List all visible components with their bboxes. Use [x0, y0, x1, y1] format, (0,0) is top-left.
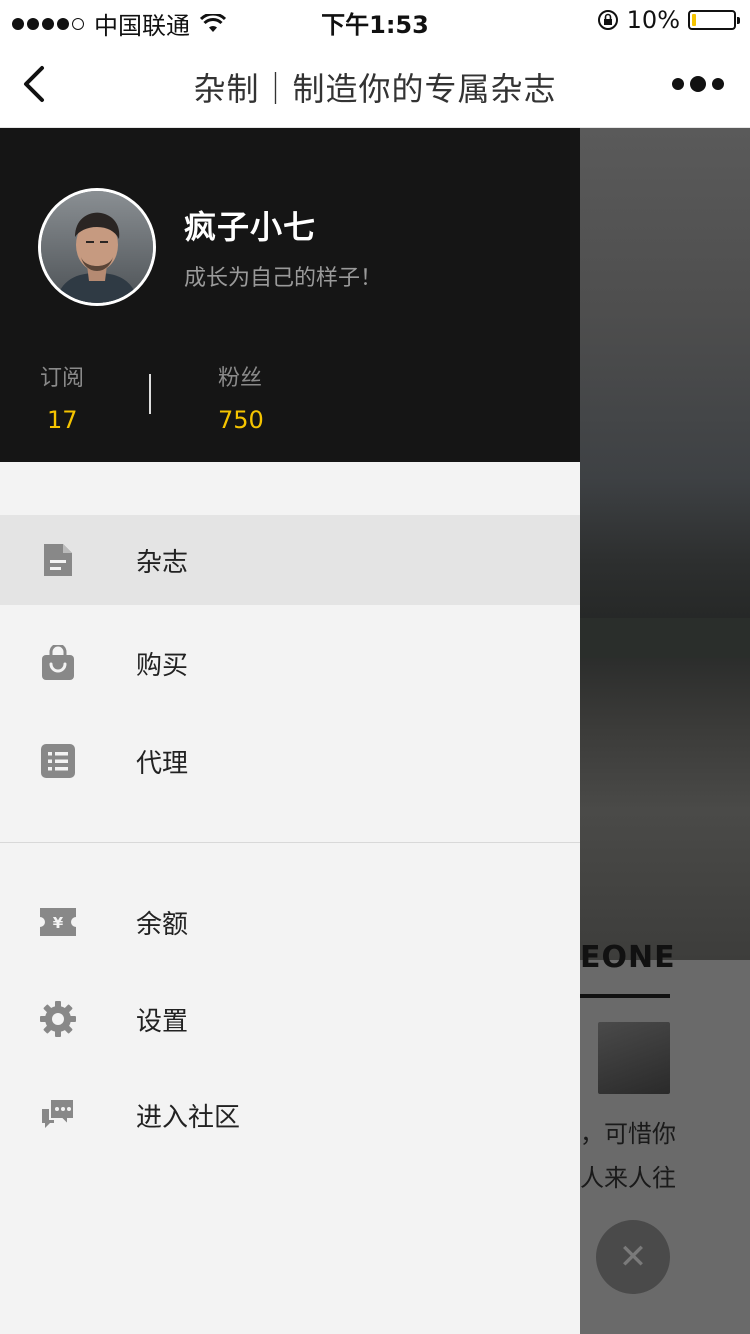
- author-thumbnail: [598, 1022, 670, 1094]
- background-photo-hill: [580, 618, 750, 658]
- yen-ticket-icon: ¥: [40, 908, 76, 936]
- username: 疯子小七: [184, 208, 317, 246]
- stat-value: 750: [218, 406, 264, 434]
- svg-text:¥: ¥: [53, 914, 64, 932]
- menu-item-buy[interactable]: 购买: [0, 618, 580, 708]
- gear-icon: [40, 1001, 76, 1037]
- menu-item-balance[interactable]: ¥ 余额: [0, 877, 580, 967]
- navigation-bar: 杂制｜制造你的专属杂志: [0, 40, 750, 128]
- avatar-photo: [41, 191, 153, 303]
- heading-underline: [580, 994, 670, 998]
- side-drawer: 疯子小七 成长为自己的样子！ 订阅 17 粉丝 750 杂志 购买 代理 ¥ 余…: [0, 128, 580, 1334]
- rotation-lock-icon: [597, 10, 618, 30]
- menu-item-magazine[interactable]: 杂志: [0, 515, 580, 605]
- menu-item-label: 进入社区: [136, 1102, 241, 1133]
- background-text-line: 人来人往: [580, 1164, 676, 1192]
- user-bio: 成长为自己的样子！: [184, 266, 383, 291]
- menu-item-label: 杂志: [136, 547, 189, 578]
- avatar[interactable]: [38, 188, 156, 306]
- battery-fill: [692, 14, 696, 26]
- menu-item-community[interactable]: 进入社区: [0, 1070, 580, 1160]
- stat-label: 订阅: [40, 366, 85, 391]
- stat-subscriptions[interactable]: 订阅 17: [40, 360, 84, 434]
- stat-followers[interactable]: 粉丝 750: [218, 360, 264, 434]
- status-right: 10%: [597, 6, 740, 34]
- chat-bubbles-icon: [42, 1098, 75, 1128]
- stat-label: 粉丝: [218, 366, 263, 391]
- battery-percent: 10%: [626, 6, 680, 34]
- background-page-overlay[interactable]: EONE ，可惜你 人来人往 ✕: [580, 128, 750, 1334]
- shopping-bag-icon: [42, 645, 74, 680]
- profile-header: 疯子小七 成长为自己的样子！ 订阅 17 粉丝 750: [0, 128, 580, 462]
- status-bar: 中国联通 下午1:53 10%: [0, 0, 750, 40]
- stat-value: 17: [47, 406, 78, 434]
- menu-item-label: 代理: [136, 748, 189, 779]
- background-photo: [580, 128, 750, 960]
- document-icon: [44, 544, 72, 576]
- list-icon: [41, 744, 75, 778]
- menu-item-agent[interactable]: 代理: [0, 716, 580, 806]
- menu-item-settings[interactable]: 设置: [0, 974, 580, 1064]
- background-text-line: ，可惜你: [580, 1120, 676, 1148]
- menu-item-label: 余额: [136, 909, 189, 940]
- menu-divider: [0, 842, 580, 843]
- close-button[interactable]: ✕: [596, 1220, 670, 1294]
- menu-item-label: 设置: [136, 1006, 189, 1037]
- menu-item-label: 购买: [136, 650, 189, 681]
- background-heading: EONE: [580, 940, 676, 975]
- more-dots-icon[interactable]: [672, 76, 724, 92]
- stat-divider: [149, 374, 151, 414]
- page-title: 杂制｜制造你的专属杂志: [193, 70, 557, 108]
- battery-icon: [688, 10, 740, 30]
